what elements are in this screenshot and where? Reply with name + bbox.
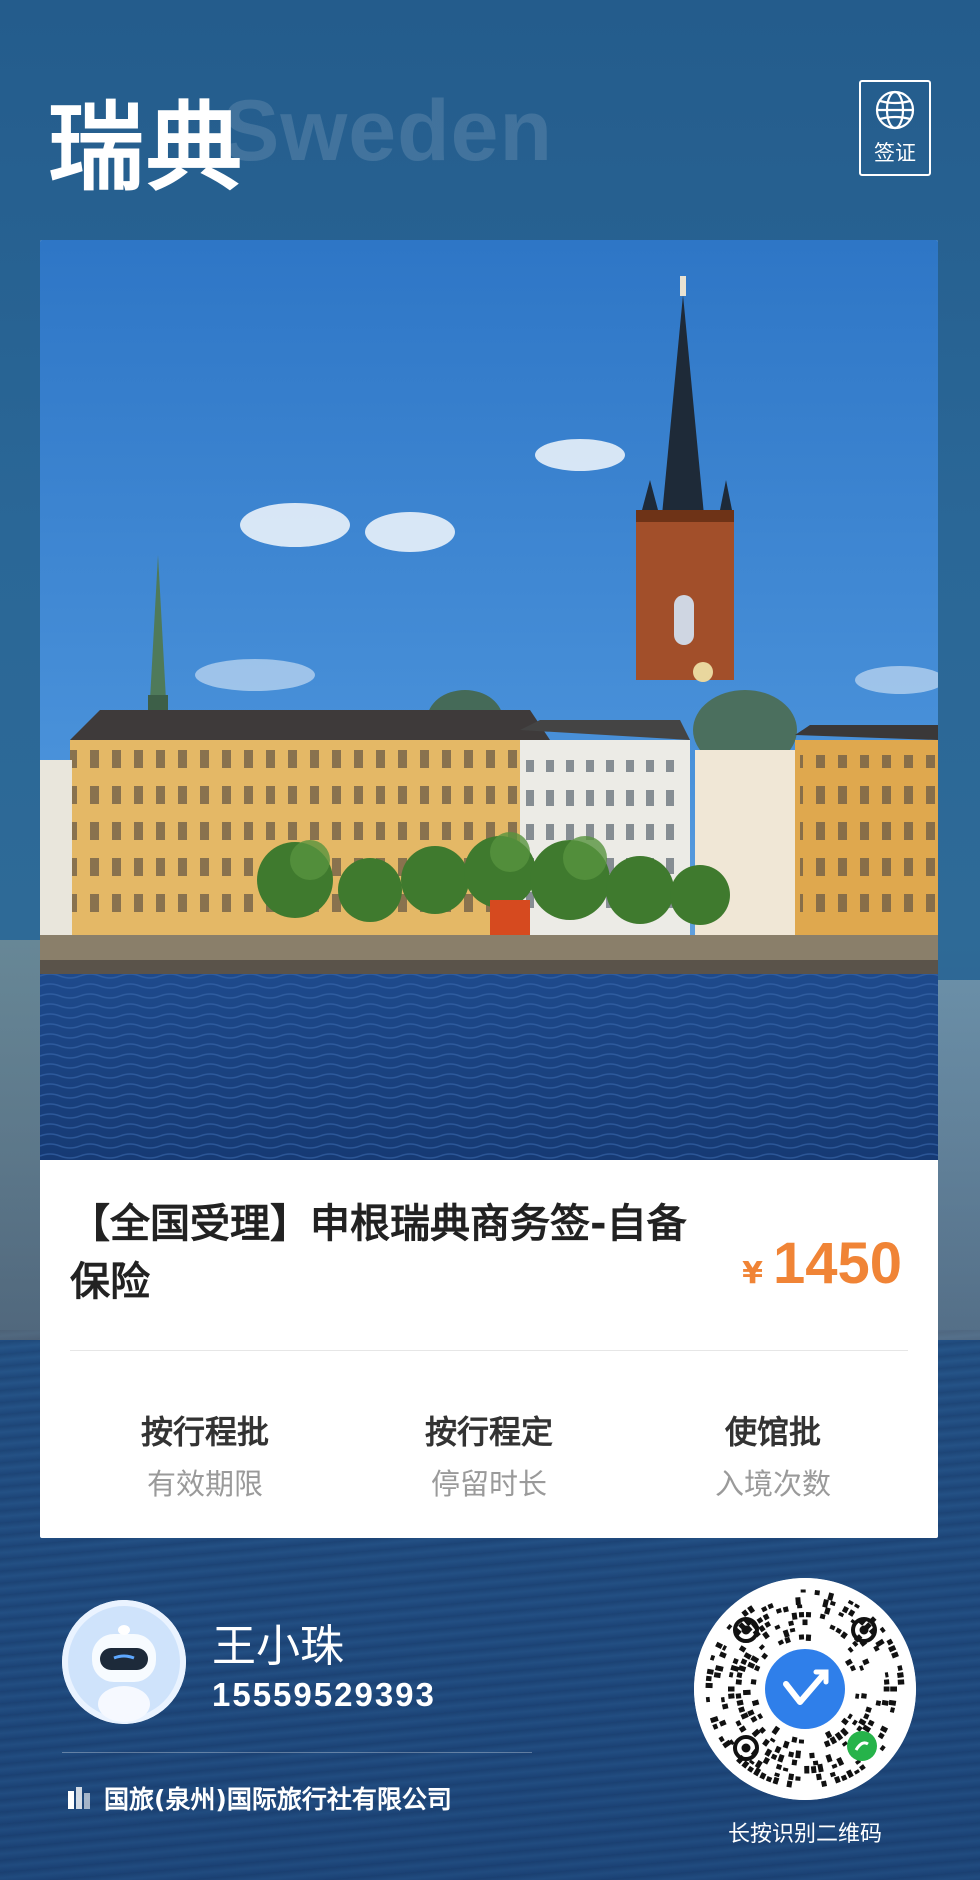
agent-name: 王小珠 [212, 1621, 344, 1672]
background-building-left [0, 940, 44, 1340]
qr-code[interactable] [694, 1578, 916, 1800]
country-title: 瑞典 [48, 92, 244, 204]
visa-badge-label: 签证 [874, 141, 916, 165]
avatar [62, 1600, 186, 1724]
product-card[interactable]: 【全国受理】申根瑞典商务签-自备保险 ¥ 1450 按行程批 有效期限 按行程定… [40, 240, 938, 1538]
fact-label: 停留时长 [430, 1467, 547, 1501]
currency-symbol: ¥ [742, 1256, 763, 1291]
agent-phone[interactable]: 15559529393 [212, 1676, 436, 1714]
contact-divider [62, 1752, 532, 1753]
globe-icon [875, 90, 915, 130]
fact-validity: 按行程批 有效期限 [75, 1410, 335, 1504]
product-photo [40, 240, 938, 1160]
country-title-english: Sweden [222, 83, 553, 179]
fact-value: 按行程定 [424, 1413, 553, 1451]
background-building-right [938, 980, 980, 1340]
card-divider [70, 1350, 908, 1351]
fact-label: 有效期限 [146, 1467, 263, 1501]
product-title: 【全国受理】申根瑞典商务签-自备保险 [70, 1201, 687, 1305]
visa-facts: 按行程批 有效期限 按行程定 停留时长 使馆批 入境次数 [40, 1410, 938, 1510]
company: 国旅(泉州)国际旅行社有限公司 [66, 1780, 452, 1816]
visa-badge-button[interactable]: 签证 [859, 80, 931, 176]
building-icon [68, 1787, 90, 1809]
fact-entries: 使馆批 入境次数 [643, 1410, 903, 1504]
qr-caption: 长按识别二维码 [727, 1822, 882, 1847]
company-name: 国旅(泉州)国际旅行社有限公司 [104, 1785, 452, 1814]
fact-label: 入境次数 [714, 1467, 831, 1501]
fact-value: 使馆批 [724, 1413, 821, 1451]
price-amount: 1450 [772, 1231, 902, 1296]
fact-stay-duration: 按行程定 停留时长 [359, 1410, 619, 1504]
fact-value: 按行程批 [140, 1413, 269, 1451]
price: ¥ 1450 [742, 1230, 902, 1297]
